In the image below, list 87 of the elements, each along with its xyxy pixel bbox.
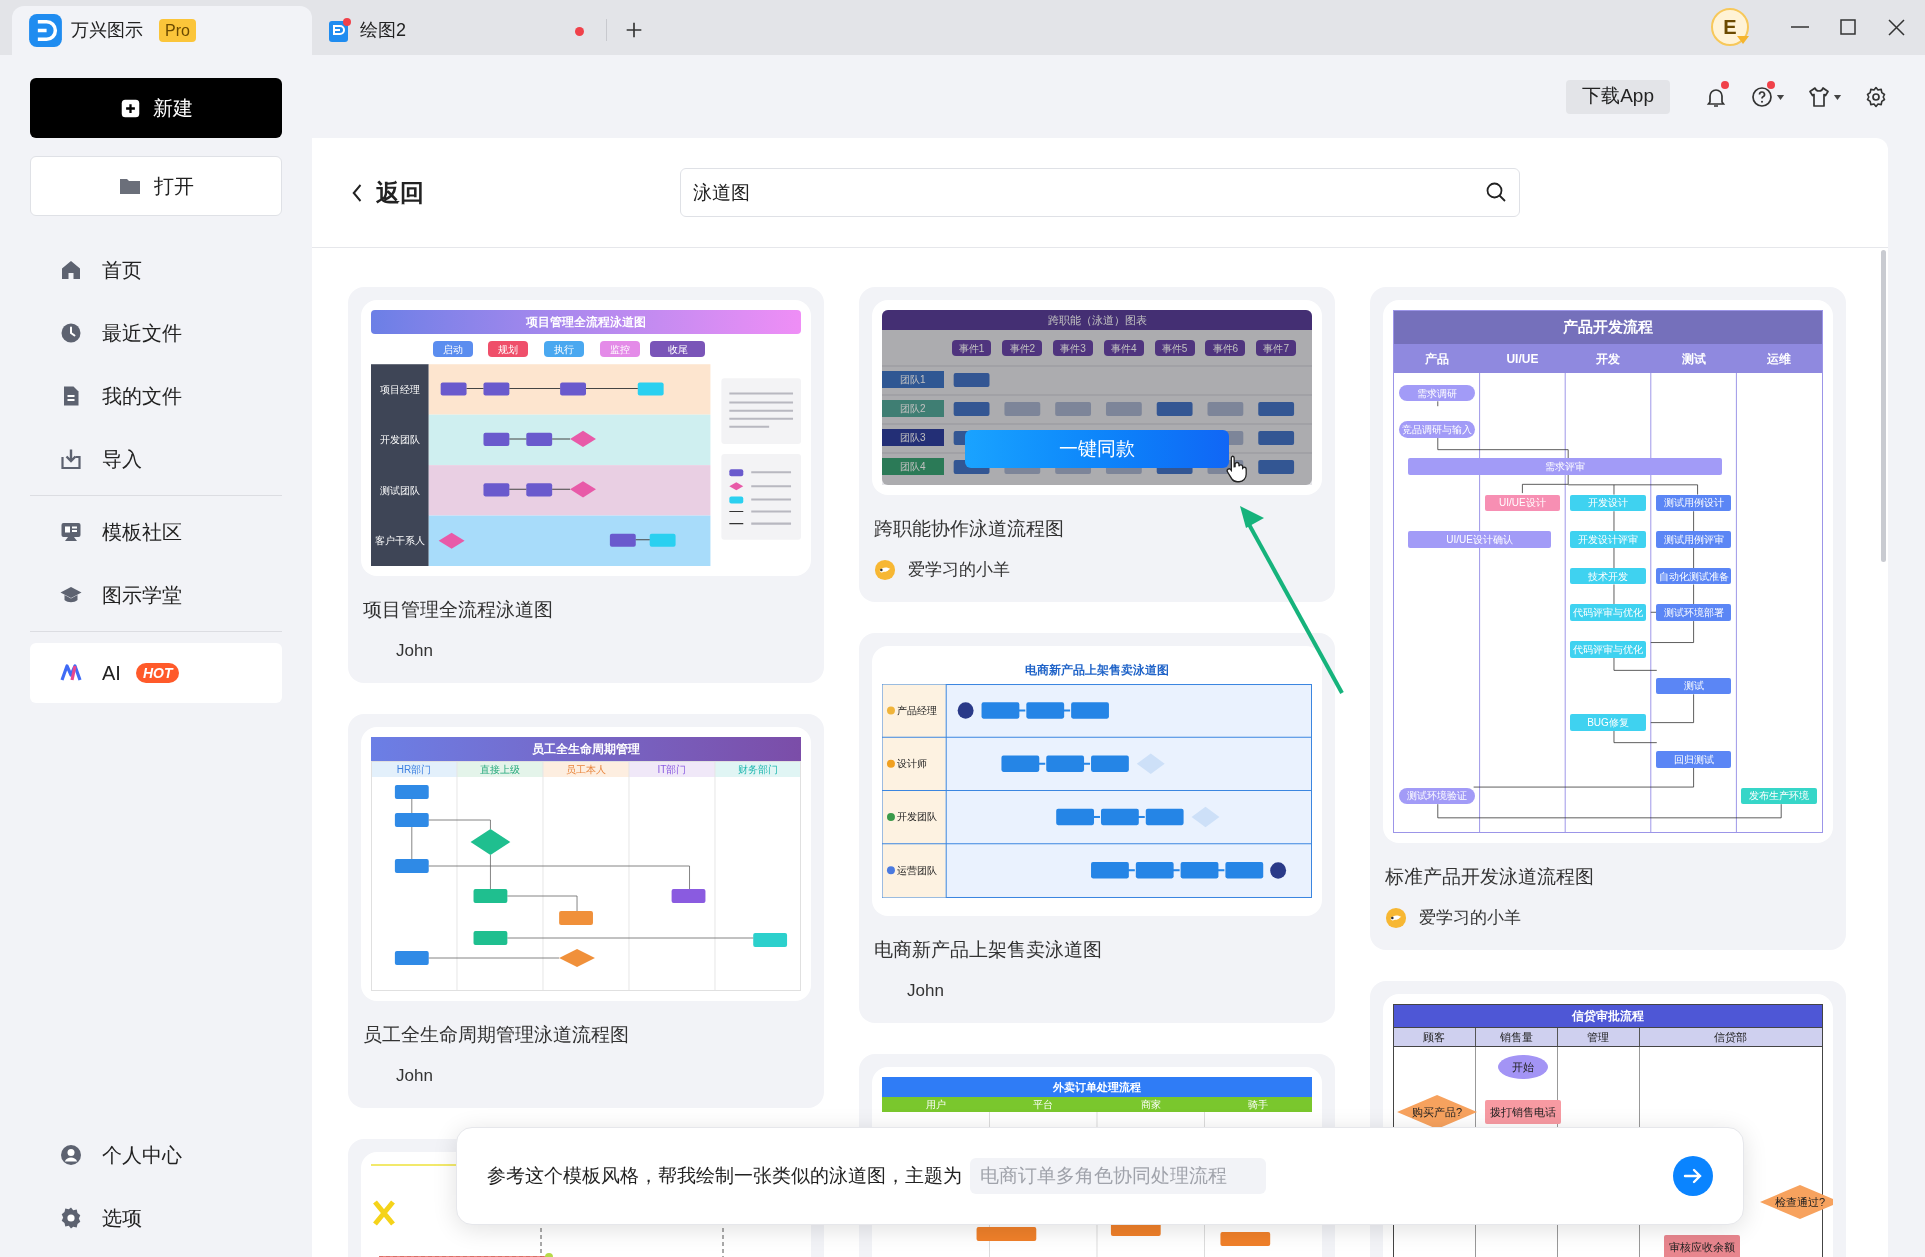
flow-node: 发布生产环境	[1741, 787, 1817, 805]
event-chip: 事件4	[1103, 340, 1144, 356]
flow-node: 开发设计	[1570, 494, 1646, 512]
event-chip: 事件2	[1002, 340, 1043, 356]
pro-badge: Pro	[159, 19, 196, 42]
lane-header: UI/UE	[1506, 350, 1539, 368]
author-name: 爱学习的小羊	[1419, 907, 1521, 929]
flow-node: 测试环境验证	[1398, 787, 1475, 805]
event-chip: 事件7	[1256, 340, 1297, 356]
event-chip: 事件5	[1154, 340, 1195, 356]
hot-badge: HOT	[135, 663, 180, 683]
flow-node: 测试用例评审	[1655, 531, 1732, 548]
flow-node: 测试	[1655, 677, 1732, 695]
author-name: John	[396, 640, 433, 662]
flow-node: 开发设计评审	[1570, 531, 1646, 548]
flow-node: 测试用例设计	[1655, 494, 1732, 512]
flow-node: 技术开发	[1570, 567, 1646, 585]
diagram-title: 信贷审批流程	[1394, 1005, 1822, 1027]
lane-header: 管理	[1587, 1029, 1610, 1045]
prompt-text: 参考这个模板风格，帮我绘制一张类似的泳道图，主题为	[487, 1163, 962, 1188]
lane-header: 直接上级	[479, 762, 521, 777]
template-title: 员工全生命周期管理泳道流程图	[363, 1023, 630, 1047]
lane-header: HR部门	[395, 762, 433, 777]
diagram-title: 产品开发流程	[1394, 311, 1822, 344]
lane-header: 员工本人	[565, 762, 607, 777]
lane-label: 开发团队	[378, 433, 421, 448]
phase-chip: 执行	[544, 341, 584, 358]
diagram-title: 电商新产品上架售卖泳道图	[1024, 662, 1170, 679]
author-name: John	[396, 1065, 433, 1087]
flow-node: 回归测试	[1655, 750, 1732, 768]
flow-node: 检查通过?	[1760, 1185, 1833, 1219]
event-chip: 事件1	[951, 340, 992, 356]
lane-header: 财务部门	[737, 762, 779, 777]
lane-label: 客户干系人	[373, 534, 426, 549]
flow-node: UI/UE设计	[1484, 494, 1561, 512]
lane-header: 商家	[1139, 1098, 1162, 1112]
lane-label: 开发团队	[896, 810, 938, 825]
flow-node: 代码评审与优化	[1570, 604, 1646, 622]
diagram-title: 跨职能（泳道）图表	[882, 310, 1312, 330]
template-title: 跨职能协作泳道流程图	[874, 517, 1065, 541]
event-chip: 事件3	[1053, 340, 1093, 356]
flow-node: 需求调研	[1398, 384, 1475, 402]
author-name: John	[907, 980, 944, 1002]
lane-header: 顾客	[1423, 1029, 1446, 1045]
flow-node: UI/UE设计确认	[1407, 531, 1552, 548]
lane-header: 运维	[1767, 350, 1792, 368]
lane-header: 开发	[1596, 350, 1620, 368]
phase-chip: 规划	[488, 341, 529, 358]
template-title: 项目管理全流程泳道图	[363, 598, 554, 622]
flow-node: 开始	[1498, 1055, 1549, 1079]
diagram-title: 项目管理全流程泳道图	[371, 310, 801, 334]
lane-label: 团队1	[882, 371, 944, 388]
lane-header: 产品	[1424, 350, 1449, 368]
author-name: 爱学习的小羊	[908, 559, 1010, 581]
flow-node: 代码评审与优化	[1570, 641, 1646, 658]
flow-node: 竞品调研与输入	[1398, 421, 1475, 438]
flow-node: BUG修复	[1570, 714, 1646, 731]
event-chip: 事件6	[1205, 340, 1246, 356]
flow-node: 拨打销售电话	[1485, 1100, 1562, 1124]
lane-label: 项目经理	[378, 382, 421, 397]
lane-label: 测试团队	[378, 483, 421, 498]
lane-header: 骑手	[1247, 1098, 1270, 1112]
template-title: 电商新产品上架售卖泳道图	[874, 938, 1103, 962]
flow-node: 需求评审	[1407, 457, 1723, 475]
lane-header: 销售量	[1499, 1029, 1533, 1045]
phase-chip: 收尾	[649, 341, 706, 358]
flow-node: 审核应收余额	[1664, 1235, 1741, 1257]
lane-header: 平台	[1032, 1098, 1055, 1112]
lane-header: 信贷部	[1714, 1029, 1748, 1045]
lane-label: 团队3	[882, 429, 944, 446]
phase-chip: 启动	[432, 341, 473, 358]
lane-header: 测试	[1681, 350, 1706, 368]
flow-node: 自动化测试准备	[1655, 567, 1732, 585]
flow-node: 测试环境部署	[1655, 604, 1732, 622]
diagram-title: 外卖订单处理流程	[882, 1077, 1312, 1097]
tab-label: 绘图2	[360, 19, 406, 42]
lane-label: 团队2	[882, 400, 944, 417]
tab-label: 万兴图示	[71, 19, 143, 42]
lane-header: 用户	[924, 1098, 947, 1112]
lane-label: 设计师	[896, 757, 928, 772]
phase-chip: 监控	[599, 341, 640, 358]
lane-label: 运营团队	[896, 863, 938, 878]
diagram-title: 员工全生命周期管理	[371, 737, 801, 761]
lane-label: 产品经理	[896, 703, 938, 718]
lane-header: IT部门	[656, 762, 688, 777]
lane-label: 团队4	[882, 458, 944, 475]
template-title: 标准产品开发泳道流程图	[1385, 865, 1595, 889]
